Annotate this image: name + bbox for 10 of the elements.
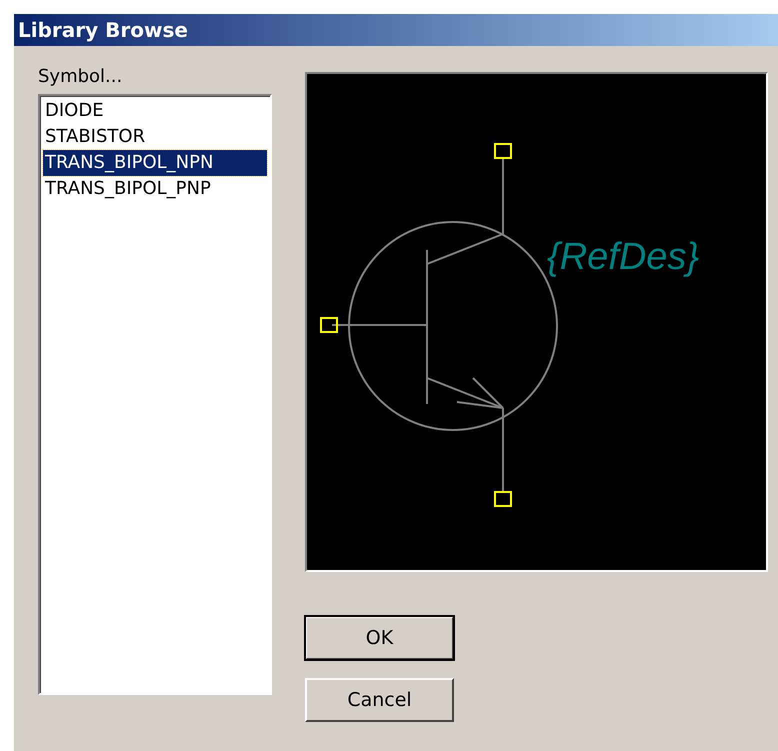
symbol-list[interactable]: DIODE STABISTOR TRANS_BIPOL_NPN TRANS_BIPOL_PNP bbox=[38, 94, 272, 695]
dialog-button[interactable]: OK bbox=[305, 616, 454, 660]
refdes-label: {RefDes} bbox=[547, 236, 700, 278]
symbol-list-item[interactable]: TRANS_BIPOL_PNP bbox=[43, 176, 267, 202]
symbol-list-item[interactable]: STABISTOR bbox=[43, 124, 267, 150]
symbol-list-item[interactable]: TRANS_BIPOL_NPN bbox=[43, 150, 267, 176]
symbol-list-item[interactable]: DIODE bbox=[43, 98, 267, 124]
dialog-button[interactable]: Cancel bbox=[305, 678, 454, 722]
symbol-label: Symbol... bbox=[38, 66, 124, 89]
window-title: Library Browse bbox=[18, 18, 188, 42]
